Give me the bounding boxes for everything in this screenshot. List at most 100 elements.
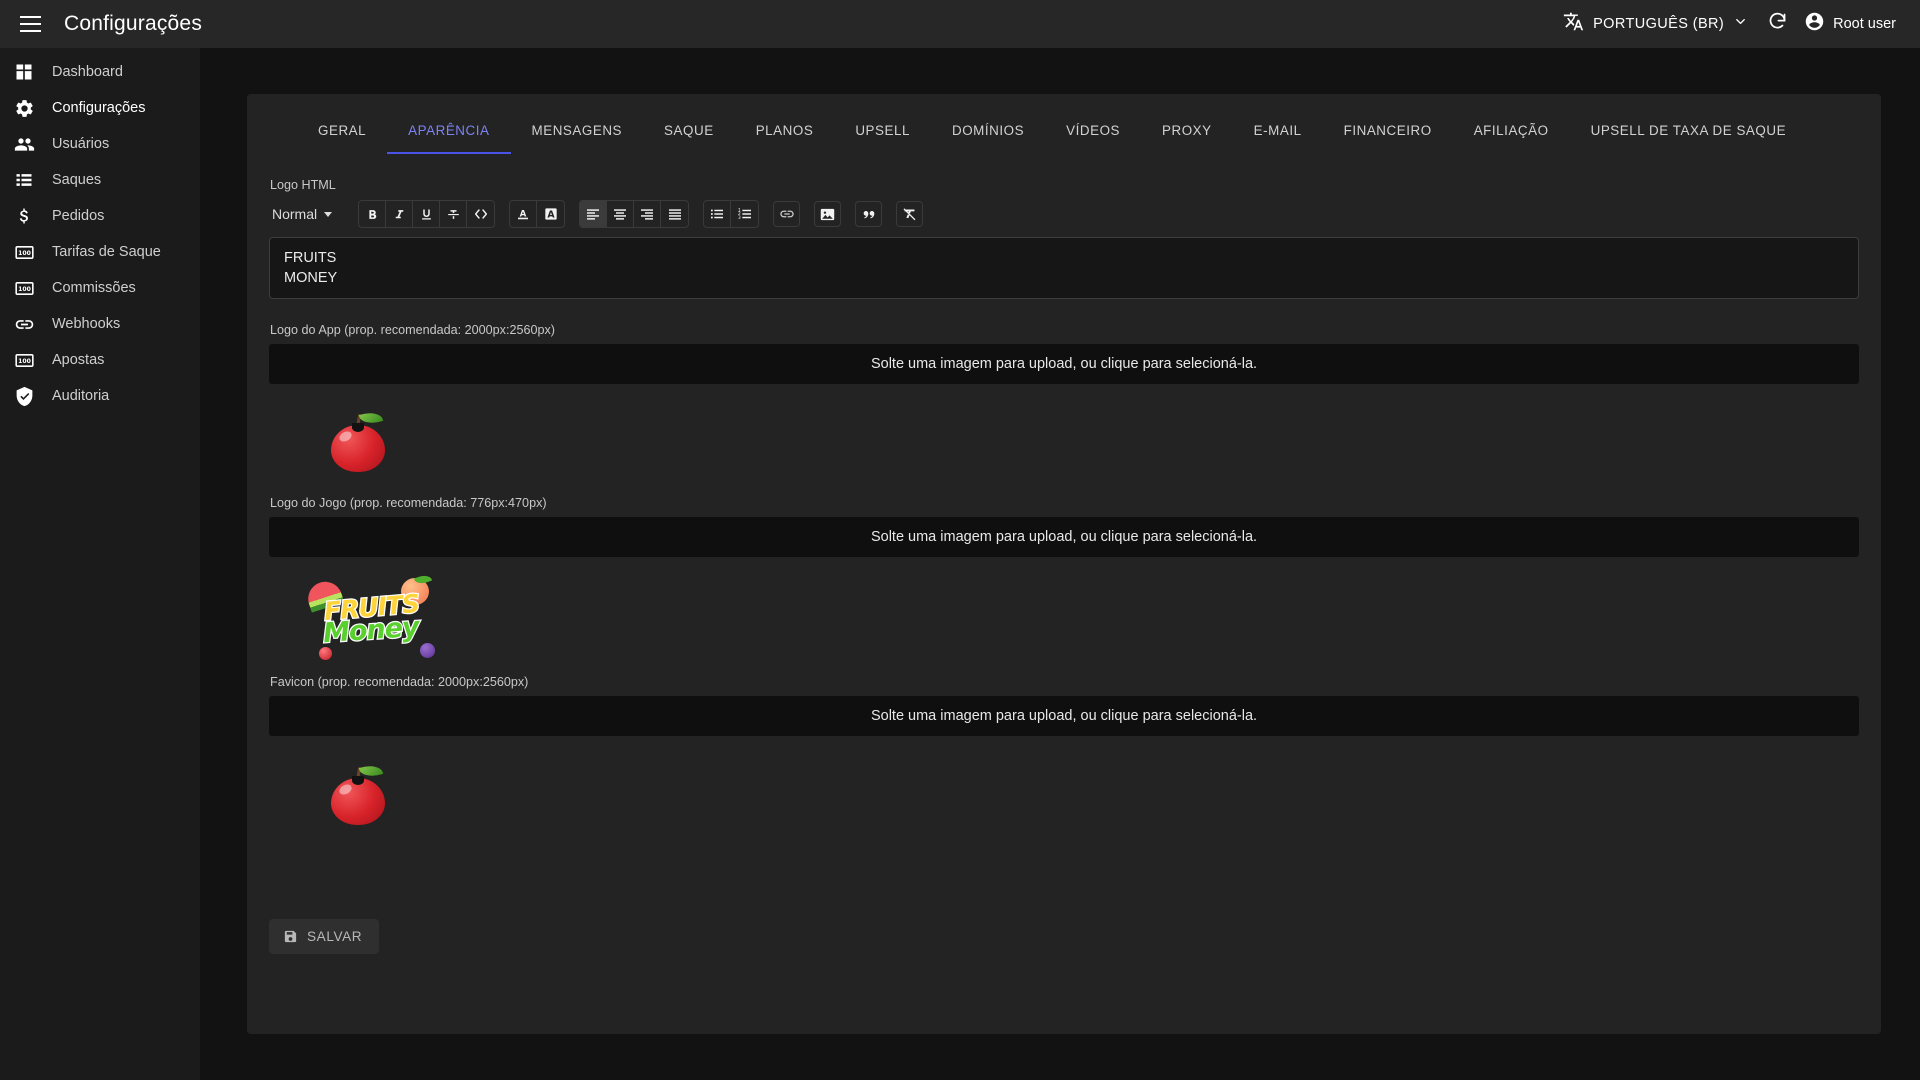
settings-card: GERAL APARÊNCIA MENSAGENS SAQUE PLANOS U…	[247, 94, 1881, 1034]
sidebar-item-apostas[interactable]: 100 Apostas	[0, 342, 200, 378]
refresh-button[interactable]	[1756, 3, 1798, 45]
sidebar-item-tarifas-de-saque[interactable]: 100 Tarifas de Saque	[0, 234, 200, 270]
tab-email[interactable]: E-MAIL	[1233, 106, 1323, 154]
svg-text:100: 100	[18, 249, 31, 256]
align-center-icon[interactable]	[607, 201, 634, 227]
sidebar-item-label: Dashboard	[52, 64, 123, 80]
dropzone-text: Solte uma imagem para upload, ou clique …	[870, 356, 1258, 372]
editor-line-1: FRUITS	[284, 250, 337, 266]
main-content: GERAL APARÊNCIA MENSAGENS SAQUE PLANOS U…	[200, 48, 1920, 1080]
tab-financeiro[interactable]: FINANCEIRO	[1323, 106, 1453, 154]
text-color-icon[interactable]: A	[510, 201, 537, 227]
tab-saque[interactable]: SAQUE	[643, 106, 735, 154]
sidebar-item-label: Usuários	[52, 136, 110, 152]
appearance-form: Logo HTML Normal A A 1 2 3 FRUITS MONEY …	[247, 154, 1881, 994]
tab-aparencia[interactable]: APARÊNCIA	[387, 106, 511, 154]
strikethrough-icon[interactable]	[440, 201, 467, 227]
tab-label: MENSAGENS	[531, 122, 623, 138]
tab-mensagens[interactable]: MENSAGENS	[511, 106, 644, 154]
sidebar-item-auditoria[interactable]: Auditoria	[0, 378, 200, 414]
sidebar-item-pedidos[interactable]: Pedidos	[0, 198, 200, 234]
sidebar-item-saques[interactable]: Saques	[0, 162, 200, 198]
language-label: PORTUGUÊS (BR)	[1593, 16, 1725, 32]
sidebar-item-dashboard[interactable]: Dashboard	[0, 54, 200, 90]
logo-html-editor[interactable]: FRUITS MONEY	[269, 237, 1859, 299]
language-selector[interactable]: PORTUGUÊS (BR)	[1555, 5, 1756, 43]
list-icon	[12, 168, 36, 192]
code-icon[interactable]	[467, 201, 494, 227]
app-bar: Configurações PORTUGUÊS (BR) Root user	[0, 0, 1920, 48]
sidebar-item-commissoes[interactable]: 100 Commissões	[0, 270, 200, 306]
tab-label: PROXY	[1162, 122, 1212, 138]
settings-tabs: GERAL APARÊNCIA MENSAGENS SAQUE PLANOS U…	[247, 106, 1881, 154]
align-right-icon[interactable]	[634, 201, 661, 227]
svg-text:A: A	[547, 209, 555, 220]
shield-check-icon	[12, 384, 36, 408]
tab-proxy[interactable]: PROXY	[1141, 106, 1233, 154]
money-100-icon: 100	[12, 276, 36, 300]
tab-label: AFILIAÇÃO	[1473, 122, 1549, 138]
tab-dominios[interactable]: DOMÍNIOS	[931, 106, 1045, 154]
logo-app-label: Logo do App (prop. recomendada: 2000px:2…	[270, 323, 555, 337]
account-circle-icon	[1804, 11, 1825, 37]
italic-icon[interactable]	[386, 201, 413, 227]
tab-label: SAQUE	[664, 122, 714, 138]
sidebar-item-webhooks[interactable]: Webhooks	[0, 306, 200, 342]
hamburger-icon[interactable]	[10, 4, 50, 44]
tab-label: APARÊNCIA	[408, 122, 490, 138]
bold-icon[interactable]	[359, 201, 386, 227]
save-button-label: SALVAR	[307, 929, 363, 944]
link-icon[interactable]	[773, 201, 800, 227]
format-select-value: Normal	[272, 206, 318, 222]
logo-jogo-preview: FRUITS Money	[269, 557, 1859, 675]
tab-planos[interactable]: PLANOS	[735, 106, 835, 154]
logo-app-preview	[269, 384, 1859, 494]
tab-label: VÍDEOS	[1066, 122, 1121, 138]
format-select[interactable]: Normal	[270, 202, 344, 226]
list-group: 123	[703, 200, 759, 228]
tab-label: PLANOS	[755, 122, 814, 138]
background-color-icon[interactable]: A	[537, 201, 564, 227]
save-button[interactable]: SALVAR	[269, 919, 380, 954]
form-actions: SALVAR	[269, 919, 380, 954]
color-group: A A	[509, 200, 565, 228]
sidebar-item-label: Auditoria	[52, 388, 110, 404]
tab-upsell[interactable]: UPSELL	[834, 106, 931, 154]
sidebar-item-label: Configurações	[52, 100, 146, 116]
sidebar-item-usuarios[interactable]: Usuários	[0, 126, 200, 162]
user-menu[interactable]: Root user	[1798, 5, 1906, 43]
link-icon	[12, 312, 36, 336]
numbered-list-icon[interactable]: 123	[731, 201, 758, 227]
align-left-icon[interactable]	[580, 201, 607, 227]
page-title: Configurações	[64, 12, 203, 35]
sidebar-item-label: Tarifas de Saque	[52, 244, 161, 260]
sidebar-item-configuracoes[interactable]: Configurações	[0, 90, 200, 126]
gear-icon	[12, 96, 36, 120]
dropzone-text: Solte uma imagem para upload, ou clique …	[870, 708, 1258, 724]
tab-label: DOMÍNIOS	[952, 122, 1025, 138]
appbar-actions: PORTUGUÊS (BR) Root user	[1555, 3, 1906, 45]
dropzone-text: Solte uma imagem para upload, ou clique …	[870, 529, 1258, 545]
favicon-dropzone[interactable]: Solte uma imagem para upload, ou clique …	[269, 696, 1859, 736]
logo-html-label: Logo HTML	[270, 178, 336, 192]
logo-app-dropzone[interactable]: Solte uma imagem para upload, ou clique …	[269, 344, 1859, 384]
apple-logo-image	[331, 409, 385, 472]
clear-format-icon[interactable]	[896, 201, 923, 227]
tab-videos[interactable]: VÍDEOS	[1045, 106, 1141, 154]
sidebar-item-label: Pedidos	[52, 208, 105, 224]
logo-jogo-dropzone[interactable]: Solte uma imagem para upload, ou clique …	[269, 517, 1859, 557]
quote-icon[interactable]	[855, 201, 882, 227]
bullet-list-icon[interactable]	[704, 201, 731, 227]
translate-icon	[1563, 11, 1584, 37]
people-icon	[12, 132, 36, 156]
tab-upsell-de-taxa-de-saque[interactable]: UPSELL DE TAXA DE SAQUE	[1570, 106, 1807, 154]
user-label: Root user	[1833, 16, 1896, 32]
dashboard-icon	[12, 60, 36, 84]
tab-geral[interactable]: GERAL	[297, 106, 387, 154]
tab-afiliacao[interactable]: AFILIAÇÃO	[1453, 106, 1570, 154]
image-icon[interactable]	[814, 201, 841, 227]
money-100-icon: 100	[12, 240, 36, 264]
align-justify-icon[interactable]	[661, 201, 688, 227]
tab-label: UPSELL	[855, 122, 910, 138]
underline-icon[interactable]	[413, 201, 440, 227]
